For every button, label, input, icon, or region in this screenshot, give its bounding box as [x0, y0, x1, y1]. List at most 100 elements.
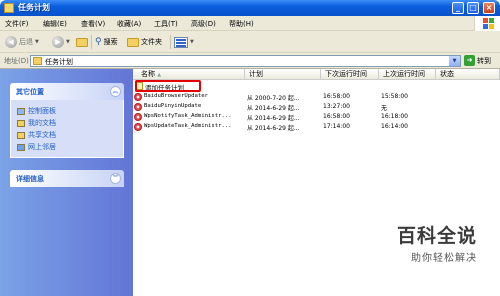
row-schedule: 从 2000-7-20 起... — [247, 95, 300, 102]
row-next-run: 16:58:00 — [323, 113, 350, 120]
link-label: 共享文档 — [28, 131, 56, 139]
views-button[interactable]: ▼ — [174, 35, 194, 49]
details-title: 详细信息 — [16, 175, 44, 183]
collapse-chevron-icon[interactable]: ︽ — [110, 86, 121, 97]
back-button[interactable]: ◀ 后退 ▼ — [5, 35, 39, 49]
folders-label: 文件夹 — [141, 38, 162, 46]
column-header-name[interactable]: 名称 ▲ — [133, 69, 245, 80]
menu-advanced[interactable]: 高级(D) — [191, 19, 216, 29]
search-icon: ⚲ — [95, 37, 102, 47]
column-header-next-run[interactable]: 下次运行时间 — [321, 69, 379, 80]
column-header-last-run[interactable]: 上次运行时间 — [379, 69, 436, 80]
network-places-icon — [17, 143, 25, 151]
row-next-run: 17:14:00 — [323, 123, 350, 130]
address-dropdown-button[interactable]: ▼ — [449, 56, 460, 66]
views-icon — [174, 36, 188, 48]
link-control-panel[interactable]: 控制面板 — [17, 106, 56, 116]
sort-ascending-icon: ▲ — [157, 72, 162, 78]
folders-button[interactable]: 文件夹 — [127, 35, 162, 49]
toolbar-separator — [170, 35, 171, 49]
folder-up-icon — [76, 37, 88, 47]
back-arrow-icon: ◀ — [5, 36, 17, 48]
forward-arrow-icon: ▶ — [52, 36, 64, 48]
chevron-down-icon: ▼ — [35, 39, 39, 45]
minimize-button[interactable]: _ — [452, 2, 464, 14]
table-row[interactable]: WpsUpdateTask_Administr... 从 2014-6-29 起… — [133, 122, 500, 132]
table-row[interactable]: BaiduBrowserUpdater 从 2000-7-20 起... 16:… — [133, 92, 500, 102]
row-name: BaiduBrowserUpdater — [144, 93, 208, 99]
row-name: WpsUpdateTask_Administr... — [144, 123, 232, 129]
toolbar: ◀ 后退 ▼ ▶ ▼ ⚲ 搜索 文件夹 ▼ — [0, 31, 500, 53]
expand-chevron-icon[interactable]: ︾ — [110, 173, 121, 184]
menu-bar: 文件(F) 编辑(E) 查看(V) 收藏(A) 工具(T) 高级(D) 帮助(H… — [0, 16, 500, 31]
search-label: 搜索 — [103, 38, 118, 46]
folders-icon — [127, 37, 139, 47]
menu-view[interactable]: 查看(V) — [81, 19, 105, 29]
control-panel-icon — [17, 107, 25, 115]
address-value: 任务计划 — [45, 58, 73, 66]
other-places-title: 其它位置 — [16, 88, 44, 96]
column-header-status[interactable]: 状态 — [436, 69, 500, 80]
search-button[interactable]: ⚲ 搜索 — [95, 35, 118, 49]
watermark-title: 百科全说 — [397, 225, 478, 247]
close-button[interactable]: × — [483, 2, 495, 14]
table-row[interactable]: BaiduPinyinUpdate 从 2014-6-29 起... 13:27… — [133, 102, 500, 112]
link-network-places[interactable]: 网上邻居 — [17, 142, 56, 152]
scheduled-task-icon — [134, 93, 142, 101]
left-task-pane: 其它位置 ︽ 控制面板 我的文档 共享文档 网上邻居 详细信息 ︾ — [0, 69, 133, 296]
go-arrow-icon: ➜ — [464, 55, 475, 66]
row-schedule: 从 2014-6-29 起... — [247, 115, 300, 122]
other-places-header[interactable]: 其它位置 ︽ — [10, 83, 124, 100]
column-header-schedule[interactable]: 计划 — [245, 69, 321, 80]
menu-file[interactable]: 文件(F) — [5, 19, 29, 29]
details-header[interactable]: 详细信息 ︾ — [10, 170, 124, 187]
table-row[interactable]: WpsNotifyTask_Administr... 从 2014-6-29 起… — [133, 112, 500, 122]
row-last-run: 无 — [381, 105, 388, 112]
scheduled-task-icon — [134, 123, 142, 131]
link-shared-documents[interactable]: 共享文档 — [17, 130, 56, 140]
address-label: 地址(D) — [4, 57, 29, 65]
go-label: 转到 — [477, 56, 491, 65]
address-bar: 地址(D) 任务计划 ▼ ➜ 转到 — [0, 53, 500, 69]
scheduled-task-icon — [134, 103, 142, 111]
back-label: 后退 — [19, 38, 33, 46]
link-label: 控制面板 — [28, 107, 56, 115]
other-places-panel: 控制面板 我的文档 共享文档 网上邻居 — [10, 100, 124, 158]
scheduled-tasks-icon — [33, 57, 42, 65]
scheduled-tasks-icon — [4, 3, 14, 13]
toolbar-separator — [91, 35, 92, 49]
windows-logo-icon — [474, 16, 500, 31]
shared-documents-icon — [17, 131, 25, 139]
row-schedule: 从 2014-6-29 起... — [247, 125, 300, 132]
row-last-run: 16:18:00 — [381, 113, 408, 120]
row-next-run: 13:27:00 — [323, 103, 350, 110]
row-next-run: 16:58:00 — [323, 93, 350, 100]
row-schedule: 从 2014-6-29 起... — [247, 105, 300, 112]
go-button[interactable]: ➜ 转到 — [464, 55, 491, 66]
row-name: BaiduPinyinUpdate — [144, 103, 202, 109]
address-input[interactable]: 任务计划 ▼ — [30, 55, 461, 67]
chevron-down-icon: ▼ — [66, 39, 70, 45]
up-button[interactable] — [76, 35, 88, 49]
menu-tools[interactable]: 工具(T) — [154, 19, 178, 29]
column-name-label: 名称 — [141, 70, 155, 78]
row-last-run: 16:14:00 — [381, 123, 408, 130]
link-label: 网上邻居 — [28, 143, 56, 151]
window-title: 任务计划 — [18, 3, 50, 12]
link-label: 我的文档 — [28, 119, 56, 127]
menu-help[interactable]: 帮助(H) — [229, 19, 254, 29]
watermark-subtitle: 助你轻松解决 — [411, 253, 477, 264]
scheduled-task-icon — [134, 113, 142, 121]
row-last-run: 15:58:00 — [381, 93, 408, 100]
title-bar: 任务计划 _ □ × — [0, 0, 500, 16]
link-my-documents[interactable]: 我的文档 — [17, 118, 56, 128]
watermark: 百科全说 助你轻松解决 — [397, 221, 493, 271]
highlight-annotation — [135, 80, 201, 92]
chevron-down-icon: ▼ — [190, 39, 194, 45]
row-name: WpsNotifyTask_Administr... — [144, 113, 232, 119]
forward-button[interactable]: ▶ ▼ — [52, 35, 70, 49]
menu-favorites[interactable]: 收藏(A) — [117, 19, 141, 29]
my-documents-icon — [17, 119, 25, 127]
maximize-button[interactable]: □ — [467, 2, 479, 14]
menu-edit[interactable]: 编辑(E) — [43, 19, 67, 29]
